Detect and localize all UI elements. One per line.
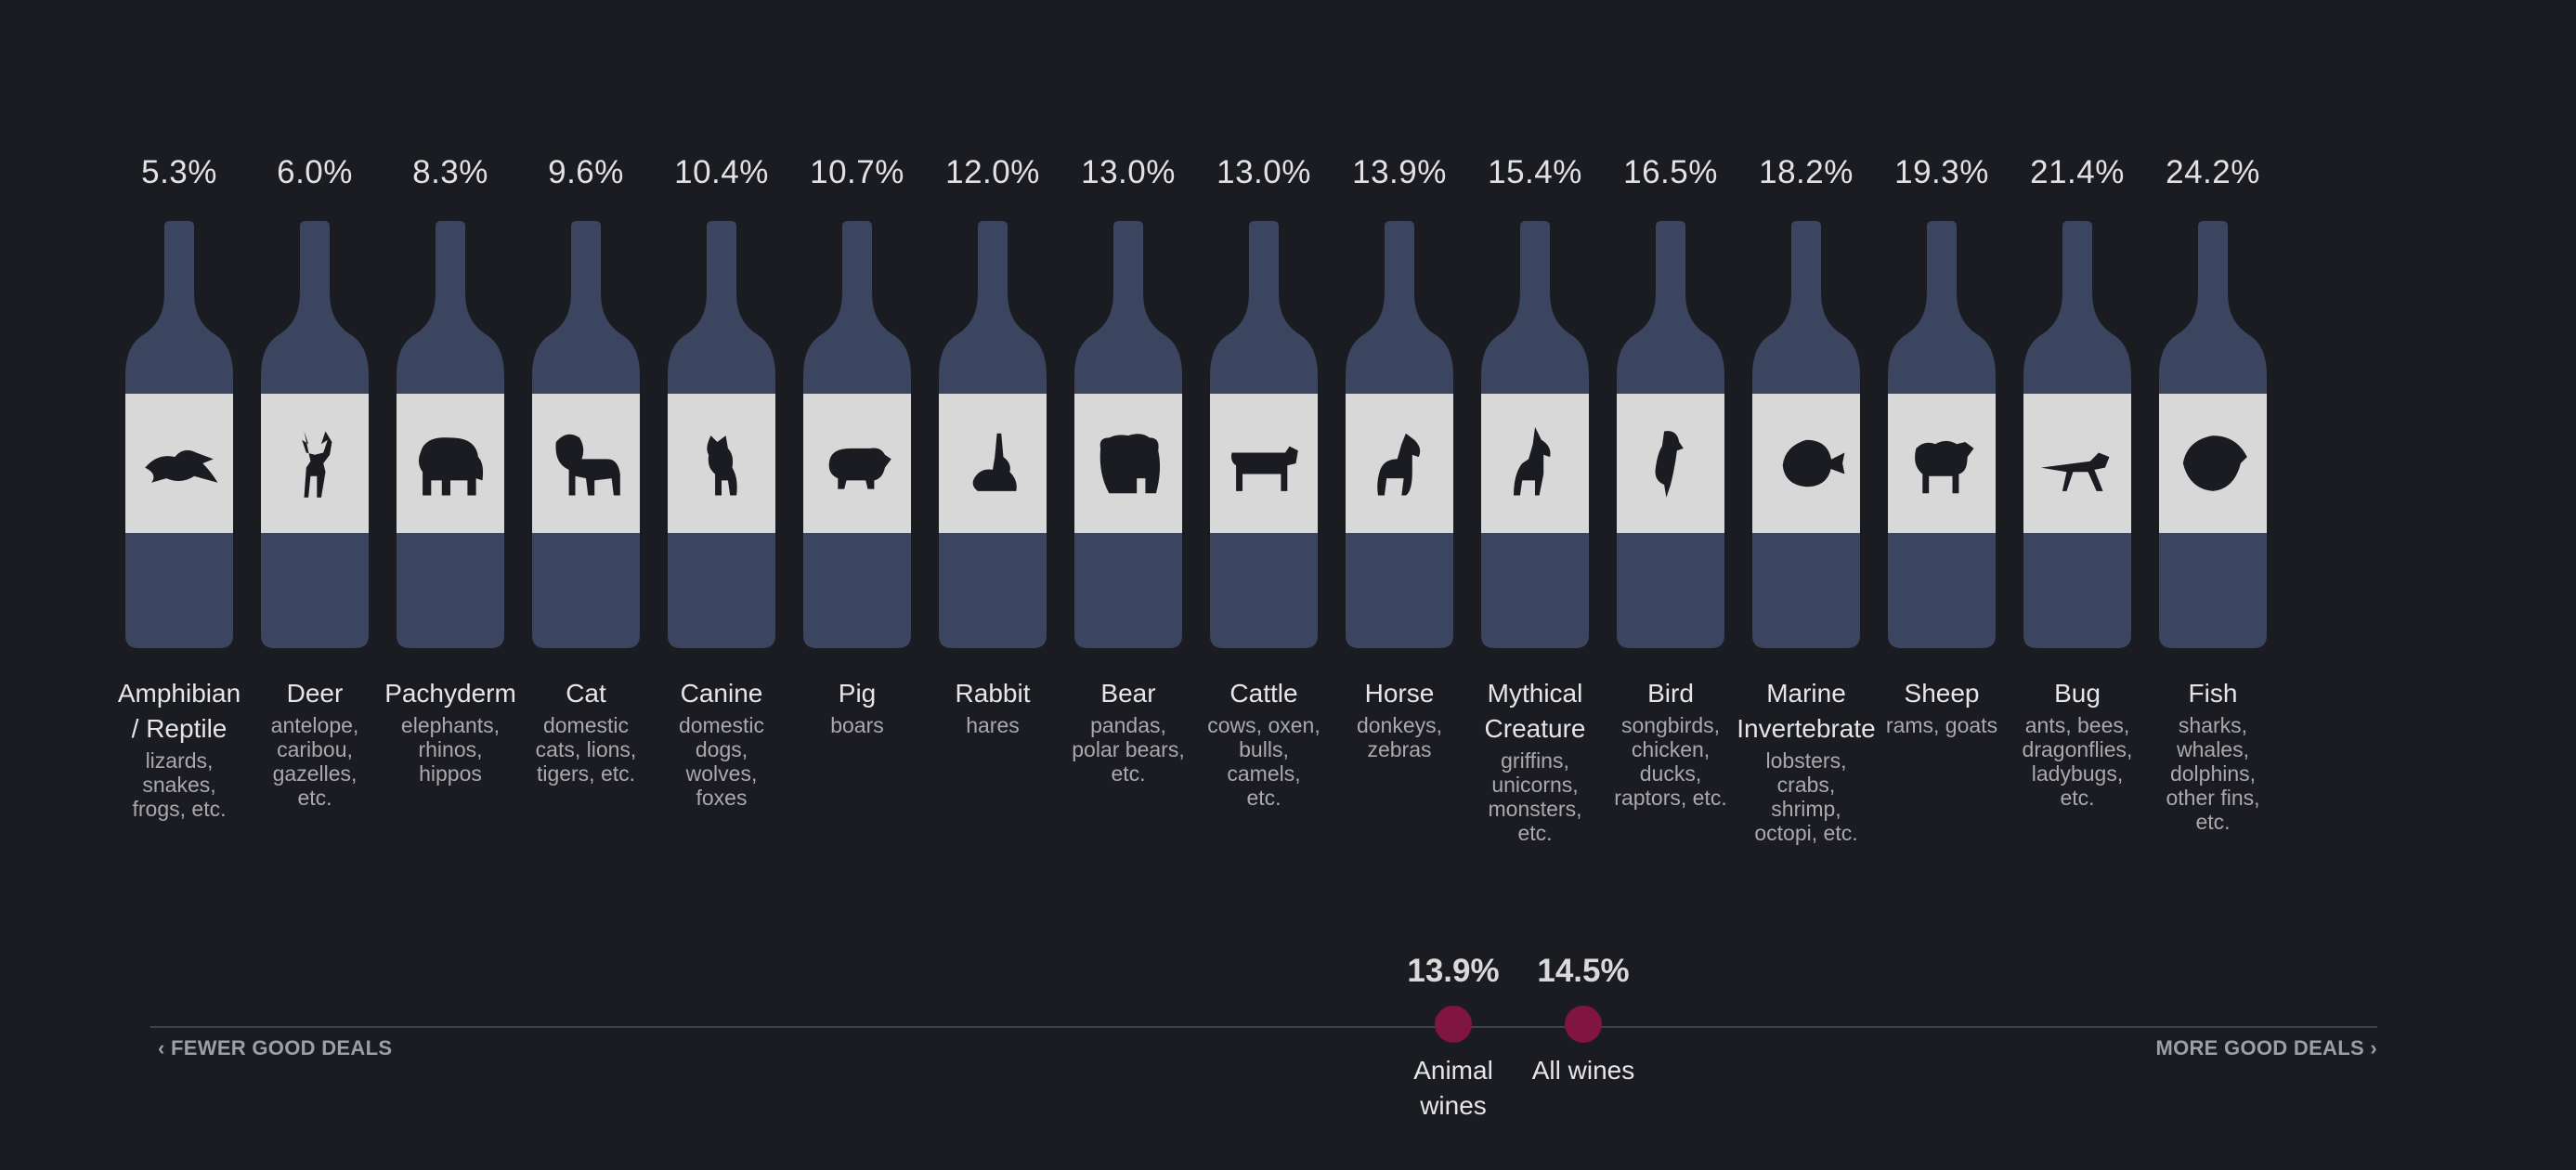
value-label: 10.7%	[810, 154, 904, 190]
sheep-icon	[1915, 440, 1974, 494]
category-examples: elephants, rhinos, hippos	[400, 713, 501, 786]
category-examples: donkeys, zebras	[1356, 713, 1443, 761]
category-name: Fish	[2188, 679, 2238, 708]
elephant-icon	[418, 437, 484, 496]
lizard-icon	[145, 449, 218, 483]
rabbit-icon	[972, 433, 1017, 491]
category-examples: domestic cats, lions, tigers, etc.	[535, 713, 637, 786]
category-name: Canine	[680, 679, 763, 708]
bottle-label	[397, 394, 504, 533]
bottle-label	[532, 394, 640, 533]
value-label: 19.3%	[1894, 154, 1989, 190]
category-name: Bug	[2054, 679, 2101, 708]
pig-icon	[828, 448, 891, 489]
deer-icon	[302, 431, 332, 498]
fewer-good-deals-label: ‹ FEWER GOOD DEALS	[158, 1036, 393, 1060]
category-name: Bear	[1100, 679, 1156, 708]
category-name: Pig	[838, 679, 877, 708]
value-label: 13.9%	[1352, 154, 1447, 190]
bottle-label	[1481, 394, 1589, 533]
category-name: Mythical Creature	[1484, 679, 1586, 743]
category-examples: cows, oxen, bulls, camels, etc.	[1207, 713, 1321, 810]
category-name: Cat	[566, 679, 606, 708]
value-label: 18.2%	[1759, 154, 1854, 190]
category-examples: griffins, unicorns, monsters, etc.	[1488, 748, 1582, 845]
category-examples: rams, goats	[1885, 713, 1998, 737]
category-examples: songbirds, chicken, ducks, raptors, etc.	[1614, 713, 1727, 810]
category-name: Horse	[1364, 679, 1435, 708]
bottle-label	[1210, 394, 1318, 533]
category-examples: lobsters, crabs, shrimp, octopi, etc.	[1754, 748, 1858, 845]
horse-icon	[1377, 433, 1421, 496]
grasshopper-icon	[2040, 452, 2110, 491]
chart: 5.3% Amphibian / Reptile lizards, snakes, f…	[0, 0, 2576, 1170]
unicorn-icon	[1514, 426, 1551, 496]
value-label: 13.0%	[1216, 154, 1311, 190]
bottle-label	[668, 394, 775, 533]
category-examples: domestic dogs, wolves, foxes	[678, 713, 765, 810]
category-examples: hares	[966, 713, 1020, 737]
category-examples: sharks, whales, dolphins, other fins, et…	[2166, 713, 2260, 834]
category-examples: ants, bees, dragonflies, ladybugs, etc.	[2022, 713, 2133, 810]
value-label: 5.3%	[141, 154, 217, 190]
value-label: 13.0%	[1081, 154, 1176, 190]
value-label: 21.4%	[2030, 154, 2125, 190]
bottle-label	[2159, 394, 2267, 533]
dog-icon	[707, 436, 737, 496]
category-name: Cattle	[1229, 679, 1298, 708]
value-label: 12.0%	[945, 154, 1040, 190]
fewer-good-deals-text: FEWER GOOD DEALS	[171, 1036, 393, 1060]
category-name: Bird	[1647, 679, 1694, 708]
bottle-label	[803, 394, 911, 533]
value-label: 6.0%	[277, 154, 353, 190]
value-label: 10.4%	[674, 154, 769, 190]
nautilus-icon	[1782, 439, 1845, 488]
bottle-label	[1346, 394, 1453, 533]
category-name: Amphibian / Reptile	[117, 679, 241, 743]
marker-label: All wines	[1531, 1056, 1635, 1085]
bottle-label	[125, 394, 233, 533]
marker-value: 14.5%	[1537, 953, 1630, 989]
category-name: Rabbit	[955, 679, 1031, 708]
more-good-deals-label: MORE GOOD DEALS ›	[2155, 1036, 2377, 1060]
bottle-label	[1617, 394, 1724, 533]
category-name: Sheep	[1904, 679, 1980, 708]
bottle-label	[2023, 394, 2131, 533]
category-examples: antelope, caribou, gazelles, etc.	[270, 713, 359, 810]
value-label: 24.2%	[2166, 154, 2260, 190]
value-label: 15.4%	[1488, 154, 1582, 190]
category-name: Deer	[286, 679, 344, 708]
bear-icon	[1099, 434, 1161, 494]
fish-icon	[2182, 436, 2247, 491]
category-name: Marine Invertebrate	[1737, 679, 1876, 743]
bottle-label	[1752, 394, 1860, 533]
category-examples: boars	[830, 713, 884, 737]
marker-label: Animal wines	[1413, 1056, 1493, 1120]
marker-value: 13.9%	[1407, 953, 1500, 989]
lion-icon	[555, 434, 620, 496]
value-label: 9.6%	[548, 154, 624, 190]
category-name: Pachyderm	[384, 679, 516, 708]
bottle-label	[1888, 394, 1996, 533]
category-examples: lizards, snakes, frogs, etc.	[132, 748, 227, 821]
marker-dot	[1435, 1006, 1472, 1043]
marker-dot	[1565, 1006, 1602, 1043]
bottle-label	[939, 394, 1047, 533]
good-deals-axis	[150, 1026, 2377, 1028]
value-label: 16.5%	[1623, 154, 1718, 190]
bottle-label	[261, 394, 369, 533]
value-label: 8.3%	[412, 154, 488, 190]
cow-icon	[1230, 446, 1298, 491]
bird-icon	[1655, 431, 1684, 498]
category-examples: pandas, polar bears, etc.	[1072, 713, 1185, 786]
bottle-label	[1074, 394, 1182, 533]
more-good-deals-text: MORE GOOD DEALS	[2155, 1036, 2364, 1060]
